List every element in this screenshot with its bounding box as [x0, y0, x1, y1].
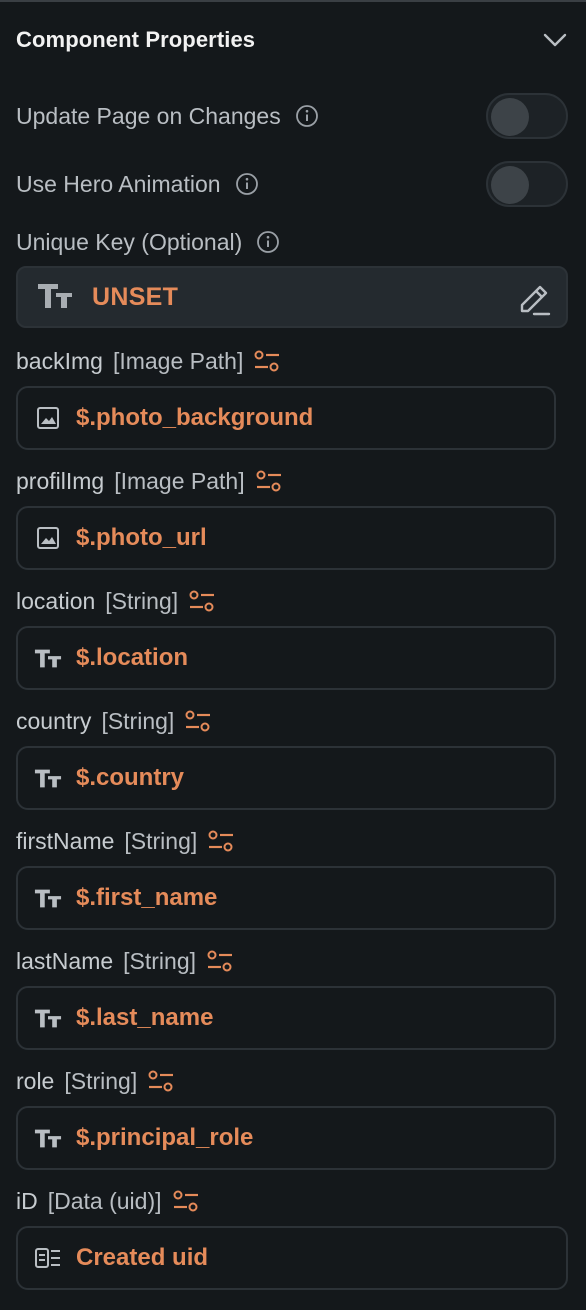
text-type-icon — [34, 884, 62, 912]
options-icon[interactable] — [255, 467, 283, 495]
param-type: [String] — [124, 827, 198, 854]
param-name: profilImg — [16, 467, 105, 494]
data-uid-icon — [34, 1244, 62, 1272]
param-type: [Image Path] — [112, 347, 244, 374]
param-label-country: country [String] — [16, 704, 212, 738]
unique-key-label: Unique Key (Optional) — [16, 228, 243, 255]
param-value: $.location — [76, 644, 189, 671]
param-field-id[interactable]: Created uid — [16, 1226, 568, 1290]
param-label-id: iD [Data (uid)] — [16, 1184, 200, 1218]
param-value: Created uid — [76, 1244, 209, 1271]
param-type: [String] — [123, 947, 197, 974]
param-type: [Image Path] — [114, 467, 245, 494]
text-type-icon — [34, 764, 62, 792]
hero-animation-row: Use Hero Animation — [16, 160, 568, 208]
text-type-icon — [34, 644, 62, 672]
param-name: backImg — [16, 347, 103, 374]
param-label-location: location [String] — [16, 584, 216, 618]
section-title: Component Properties — [16, 27, 256, 52]
component-properties-panel: Component Properties Update Page on Chan… — [0, 0, 586, 1310]
param-label-lastname: lastName [String] — [16, 944, 234, 978]
param-field-role[interactable]: $.principal_role — [16, 1106, 556, 1170]
param-name: role — [16, 1067, 55, 1094]
param-value: $.photo_url — [76, 524, 207, 551]
toggle-knob — [491, 98, 529, 136]
param-value: $.country — [76, 764, 185, 791]
options-icon[interactable] — [184, 707, 212, 735]
param-type: [String] — [64, 1067, 138, 1094]
param-name: iD — [16, 1187, 38, 1214]
param-name: firstName — [16, 827, 115, 854]
text-type-icon — [34, 1124, 62, 1152]
edit-icon[interactable] — [516, 281, 552, 317]
param-name: lastName — [16, 947, 114, 974]
toggle-knob — [491, 166, 529, 204]
info-icon[interactable] — [295, 104, 319, 128]
param-label-firstname: firstName [String] — [16, 824, 235, 858]
param-label-role: role [String] — [16, 1064, 175, 1098]
param-field-profilimg[interactable]: $.photo_url — [16, 506, 556, 570]
image-icon — [34, 524, 62, 552]
update-page-toggle[interactable] — [486, 93, 568, 139]
options-icon[interactable] — [147, 1067, 175, 1095]
param-label-backimg: backImg [Image Path] — [16, 344, 281, 378]
param-value: $.last_name — [76, 1004, 214, 1031]
unique-key-field[interactable]: UNSET — [16, 266, 568, 328]
param-field-backimg[interactable]: $.photo_background — [16, 386, 556, 450]
options-icon[interactable] — [206, 947, 234, 975]
param-field-location[interactable]: $.location — [16, 626, 556, 690]
unique-key-value: UNSET — [92, 282, 179, 311]
param-type: [String] — [101, 707, 175, 734]
info-icon[interactable] — [235, 172, 259, 196]
update-page-label: Update Page on Changes — [16, 102, 281, 129]
chevron-down-icon[interactable] — [540, 25, 570, 55]
options-icon[interactable] — [253, 347, 281, 375]
hero-animation-label: Use Hero Animation — [16, 170, 221, 197]
param-field-country[interactable]: $.country — [16, 746, 556, 810]
info-icon[interactable] — [256, 230, 280, 254]
text-type-icon — [36, 280, 74, 315]
param-name: country — [16, 707, 92, 734]
section-header[interactable]: Component Properties — [16, 22, 570, 58]
options-icon[interactable] — [172, 1187, 200, 1215]
text-type-icon — [34, 1004, 62, 1032]
param-field-firstname[interactable]: $.first_name — [16, 866, 556, 930]
options-icon[interactable] — [207, 827, 235, 855]
param-name: location — [16, 587, 96, 614]
unique-key-row: Unique Key (Optional) — [16, 224, 568, 260]
param-label-profilimg: profilImg [Image Path] — [16, 464, 283, 498]
hero-animation-toggle[interactable] — [486, 161, 568, 207]
top-divider — [0, 0, 586, 2]
image-icon — [34, 404, 62, 432]
param-value: $.photo_background — [76, 404, 314, 431]
options-icon[interactable] — [188, 587, 216, 615]
param-field-lastname[interactable]: $.last_name — [16, 986, 556, 1050]
param-value: $.principal_role — [76, 1124, 254, 1151]
param-value: $.first_name — [76, 884, 218, 911]
param-type: [Data (uid)] — [47, 1187, 162, 1214]
update-page-row: Update Page on Changes — [16, 92, 568, 140]
param-type: [String] — [105, 587, 179, 614]
